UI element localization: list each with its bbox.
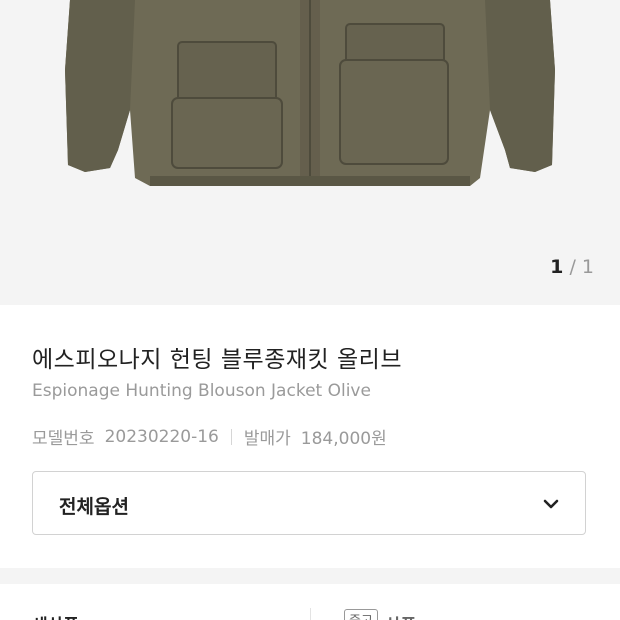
release-price-label: 발매가 [243, 429, 291, 449]
pager-total: 1 [581, 256, 594, 278]
section-divider [0, 568, 620, 584]
jacket-photo [65, 0, 555, 186]
tab-divider [310, 608, 311, 620]
all-options-label: 전체옵션 [59, 496, 129, 518]
model-number-value: 20230220-16 [104, 426, 219, 447]
release-price-value: 184,000원 [300, 429, 387, 449]
tab-used-product[interactable]: 상품 [385, 611, 416, 620]
product-title: 에스피오나지 헌팅 블루종재킷 올리브 [32, 347, 402, 373]
product-meta: 모델번호 20230220-16 발매가 184,000원 [32, 424, 387, 450]
meta-divider [230, 428, 232, 445]
pager-current: 1 [550, 256, 564, 278]
used-badge: 중고 [344, 609, 378, 620]
all-options-select[interactable]: 전체옵션 [32, 471, 586, 535]
image-pager: 1 / 1 [550, 256, 594, 278]
model-number-label: 모델번호 [32, 429, 95, 449]
chevron-down-icon [543, 495, 559, 514]
condition-tabs: 새상품 중고 상품 [0, 584, 620, 620]
product-image-area[interactable]: 1 / 1 [0, 0, 620, 305]
product-subtitle: Espionage Hunting Blouson Jacket Olive [32, 381, 371, 401]
tab-new-product[interactable]: 새상품 [32, 611, 79, 620]
pager-separator: / [569, 256, 576, 278]
